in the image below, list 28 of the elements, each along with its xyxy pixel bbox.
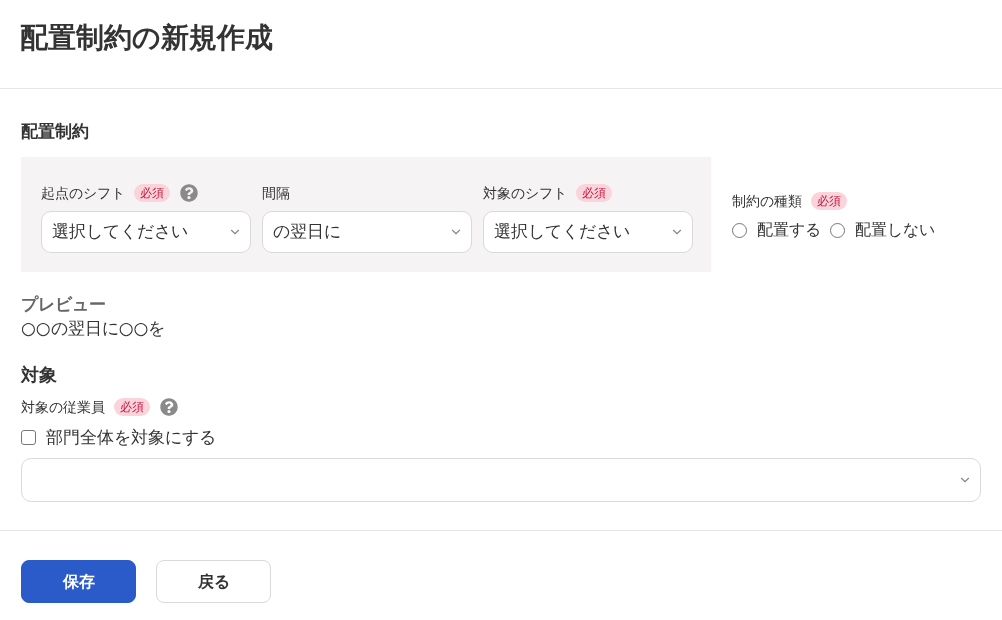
radio-label: 配置しない bbox=[855, 220, 935, 240]
checkbox[interactable] bbox=[21, 429, 36, 445]
save-button[interactable]: 保存 bbox=[21, 560, 136, 603]
field-label: 対象のシフト bbox=[483, 184, 567, 203]
field-label: 間隔 bbox=[262, 184, 290, 203]
required-badge: 必須 bbox=[576, 184, 612, 202]
select-field[interactable]: 選択してください bbox=[41, 211, 251, 253]
section-heading: 対象 bbox=[21, 363, 57, 387]
field-label: 制約の種類 bbox=[732, 192, 802, 211]
select-field[interactable]: の翌日に bbox=[262, 211, 472, 253]
radio-button[interactable] bbox=[732, 222, 747, 238]
checkbox-label: 部門全体を対象にする bbox=[46, 426, 216, 449]
page-title: 配置制約の新規作成 bbox=[20, 22, 273, 54]
radio-button[interactable] bbox=[830, 222, 845, 238]
help-icon[interactable] bbox=[160, 398, 178, 416]
back-button[interactable]: 戻る bbox=[156, 560, 271, 603]
preview-text: ○○の翌日に○○を bbox=[21, 317, 166, 340]
select-field[interactable]: 選択してください bbox=[483, 211, 693, 253]
select-field[interactable] bbox=[21, 458, 981, 502]
required-badge: 必須 bbox=[811, 192, 847, 210]
required-badge: 必須 bbox=[134, 184, 170, 202]
radio-label: 配置する bbox=[757, 220, 821, 240]
required-badge: 必須 bbox=[114, 398, 150, 416]
field-label: 起点のシフト bbox=[41, 184, 125, 203]
preview-heading: プレビュー bbox=[21, 293, 106, 316]
help-icon[interactable] bbox=[180, 184, 198, 202]
section-heading: 配置制約 bbox=[21, 120, 89, 143]
field-label: 対象の従業員 bbox=[21, 398, 105, 417]
